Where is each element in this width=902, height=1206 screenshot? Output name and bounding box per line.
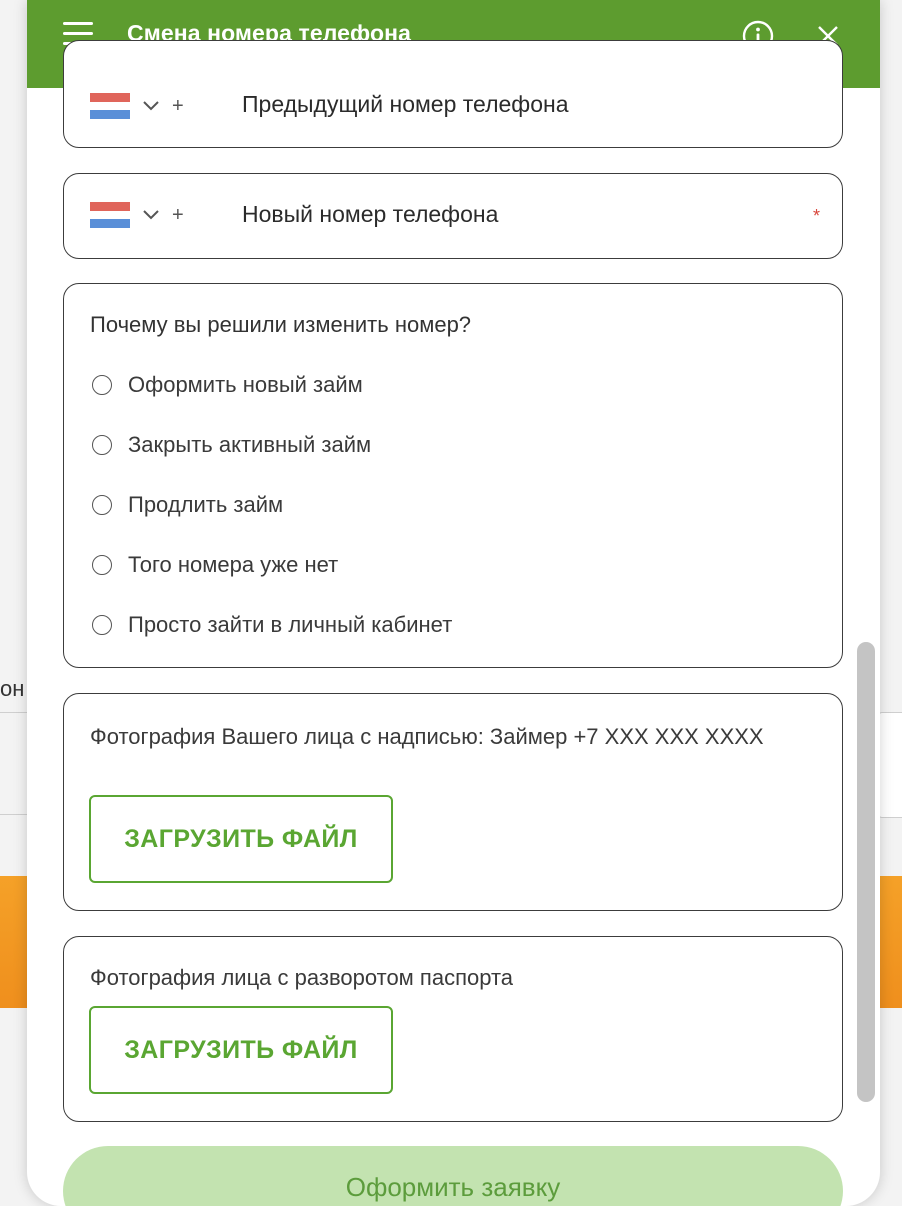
radio-label: Того номера уже нет (128, 552, 339, 577)
new-phone-label: Новый номер телефона (242, 201, 499, 227)
country-selector[interactable]: + (90, 91, 222, 121)
reason-radio-group: Почему вы решили изменить номер? Оформит… (63, 283, 843, 668)
previous-phone-field[interactable]: + Предыдущий номер телефона (63, 40, 843, 148)
scrollbar-thumb[interactable] (857, 642, 875, 1102)
radio-option-just-login[interactable]: Просто зайти в личный кабинет (92, 612, 452, 638)
chevron-down-icon (143, 101, 159, 111)
reason-question: Почему вы решили изменить номер? (90, 312, 472, 337)
radio-button[interactable] (92, 375, 112, 395)
radio-option-extend-loan[interactable]: Продлить займ (92, 492, 283, 518)
phone-prefix: + (172, 203, 184, 226)
radio-label: Просто зайти в личный кабинет (128, 612, 453, 637)
upload-passport-file-button[interactable]: ЗАГРУЗИТЬ ФАЙЛ (89, 1006, 393, 1094)
submit-application-button[interactable]: Оформить заявку (63, 1146, 843, 1206)
previous-phone-label: Предыдущий номер телефона (242, 91, 569, 117)
netherlands-flag-icon (90, 202, 130, 229)
radio-label: Продлить займ (128, 492, 284, 517)
netherlands-flag-icon (90, 93, 130, 120)
upload-face-photo-card: Фотография Вашего лица с надписью: Займе… (63, 693, 843, 911)
chevron-down-icon (143, 210, 159, 220)
radio-button[interactable] (92, 555, 112, 575)
country-selector[interactable]: + (90, 200, 222, 230)
radio-option-number-gone[interactable]: Того номера уже нет (92, 552, 338, 578)
upload-face-description: Фотография Вашего лица с надписью: Займе… (90, 724, 764, 749)
change-phone-modal: Смена номера телефона + Предыдущий номер… (27, 0, 880, 1206)
radio-button[interactable] (92, 615, 112, 635)
background-partial-label: он (0, 676, 25, 701)
upload-passport-description: Фотография лица с разворотом паспорта (90, 965, 514, 990)
required-asterisk: * (812, 206, 820, 226)
radio-option-close-loan[interactable]: Закрыть активный займ (92, 432, 371, 458)
upload-face-file-button[interactable]: ЗАГРУЗИТЬ ФАЙЛ (89, 795, 393, 883)
radio-button[interactable] (92, 495, 112, 515)
radio-label: Оформить новый займ (128, 372, 363, 397)
radio-button[interactable] (92, 435, 112, 455)
upload-passport-photo-card: Фотография лица с разворотом паспорта ЗА… (63, 936, 843, 1122)
new-phone-field[interactable]: + Новый номер телефона * (63, 173, 843, 259)
background-field (878, 712, 902, 818)
radio-option-new-loan[interactable]: Оформить новый займ (92, 372, 363, 398)
phone-prefix: + (172, 94, 184, 117)
radio-label: Закрыть активный займ (128, 432, 372, 457)
